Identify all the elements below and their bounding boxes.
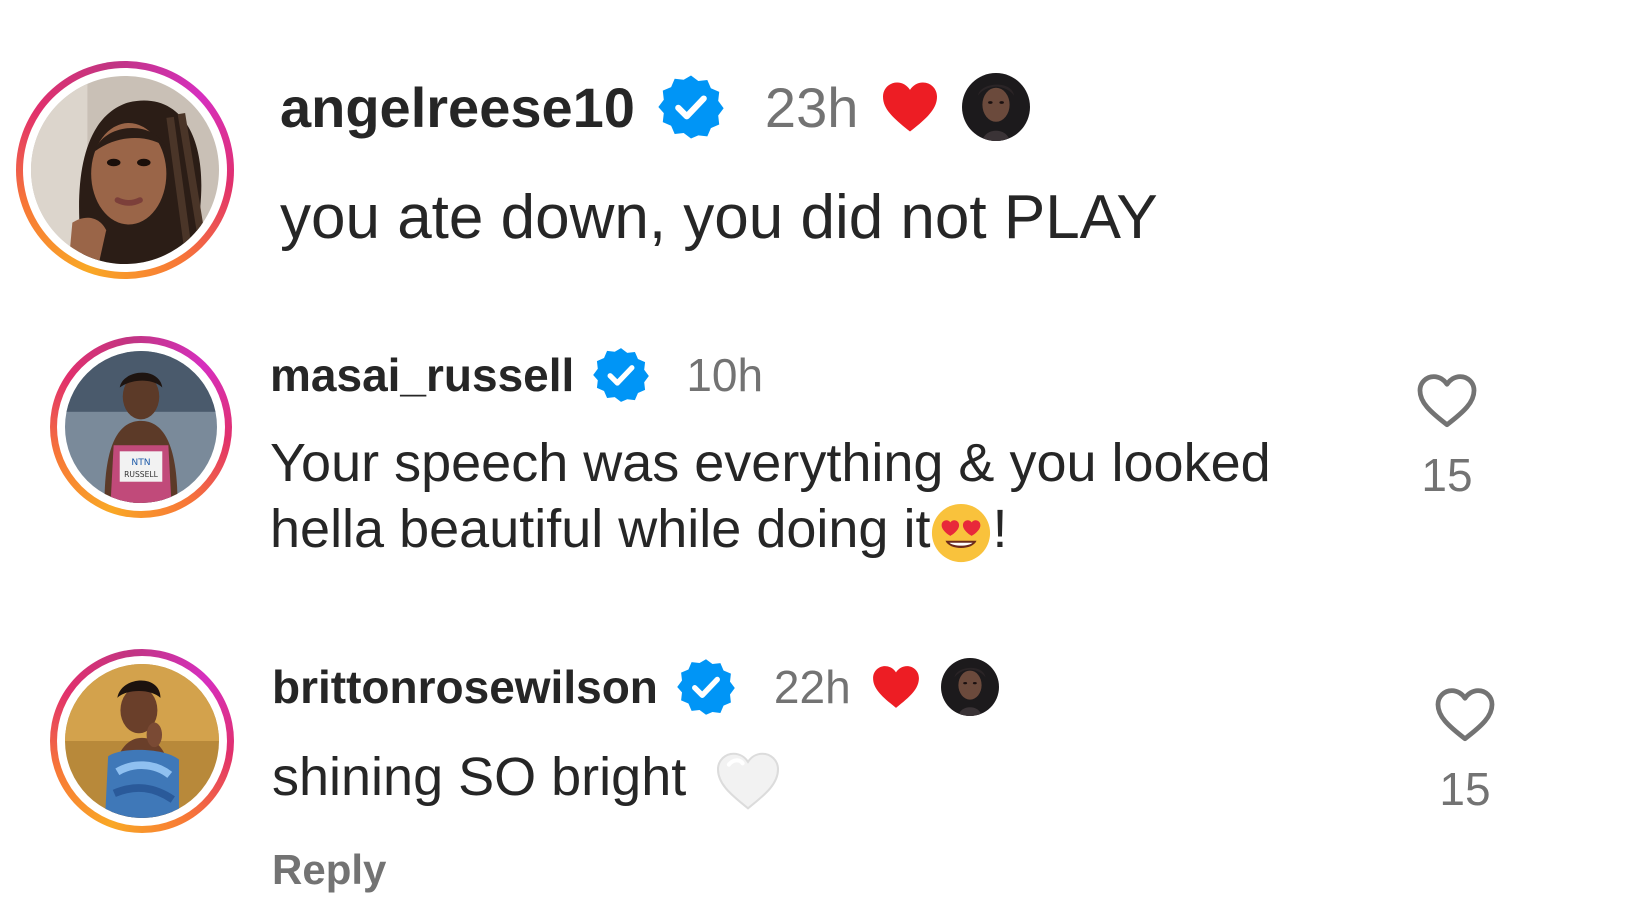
creator-avatar [941, 658, 999, 716]
white-heart-emoji [715, 751, 781, 811]
like-count: 15 [1421, 449, 1473, 501]
svg-text:RUSSELL: RUSSELL [124, 470, 159, 479]
creator-avatar [962, 73, 1030, 141]
username[interactable]: angelreese10 [280, 75, 635, 140]
heart-eyes-emoji [930, 502, 992, 564]
avatar-photo [65, 664, 219, 818]
comment-text-line-1: Your speech was everything & you looked [270, 433, 1271, 493]
verified-badge-icon [657, 73, 725, 141]
reply-button[interactable]: Reply [272, 846, 386, 894]
avatar-brittonrosewilson[interactable] [50, 649, 234, 833]
svg-text:NTN: NTN [131, 458, 150, 468]
heart-filled-icon [871, 664, 921, 710]
comment-header: angelreese10 23h [280, 72, 1030, 142]
comment-text: shining SO bright [272, 746, 781, 811]
like-area: 15 [1420, 686, 1510, 816]
avatar-photo: NTN RUSSELL [65, 351, 217, 503]
comment-header: brittonrosewilson 22h [272, 656, 999, 718]
comment-header: masai_russell 10h [270, 345, 763, 405]
comment-text-line-2: hella beautiful while doing it ! [270, 498, 1007, 564]
comment-text-segment: ! [992, 499, 1008, 559]
like-count: 15 [1439, 763, 1491, 815]
timestamp[interactable]: 23h [765, 75, 858, 140]
avatar-angelreese10[interactable] [16, 61, 234, 279]
timestamp[interactable]: 10h [686, 348, 763, 402]
avatar-photo [31, 76, 219, 264]
heart-outline-icon[interactable] [1415, 372, 1479, 430]
comment-text-segment: hella beautiful while doing it [270, 499, 931, 559]
heart-outline-icon[interactable] [1433, 686, 1497, 744]
avatar-masai-russell[interactable]: NTN RUSSELL [50, 336, 232, 518]
username[interactable]: brittonrosewilson [272, 660, 658, 714]
username[interactable]: masai_russell [270, 348, 574, 402]
verified-badge-icon [676, 657, 736, 717]
timestamp[interactable]: 22h [774, 660, 851, 714]
verified-badge-icon [592, 346, 650, 404]
heart-filled-icon [880, 80, 940, 134]
comment-text: you ate down, you did not PLAY [280, 183, 1158, 252]
comment-text-segment: shining SO bright [272, 747, 687, 807]
like-area: 15 [1402, 372, 1492, 502]
